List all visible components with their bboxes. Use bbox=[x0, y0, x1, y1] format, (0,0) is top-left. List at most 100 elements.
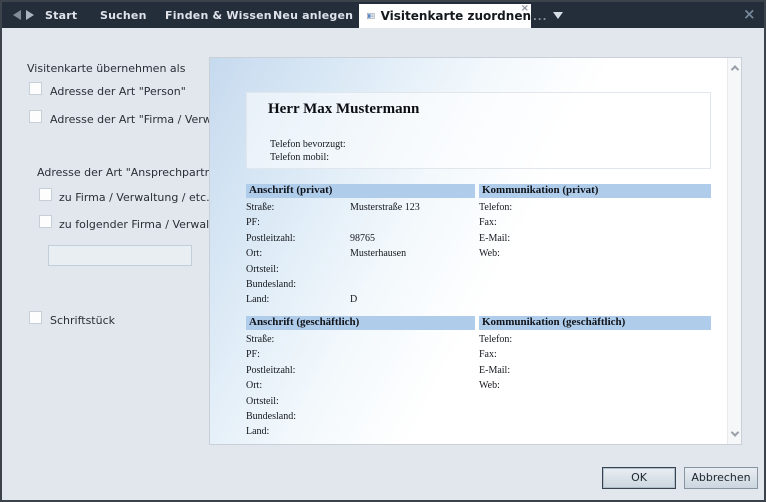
field-value bbox=[350, 394, 475, 409]
field-row: Fax: bbox=[479, 215, 711, 230]
field-row: Fax: bbox=[479, 347, 711, 362]
menu-item-suchen[interactable]: Suchen bbox=[100, 9, 147, 22]
field-label: Straße: bbox=[246, 200, 350, 215]
field-label: Fax: bbox=[479, 215, 583, 230]
phone-mobile-label: Telefon mobil: bbox=[270, 152, 329, 163]
field-row: Straße:Musterstraße 123 bbox=[246, 200, 475, 215]
field-value: D bbox=[350, 292, 475, 307]
section-anschrift-geschaeftlich: Anschrift (geschäftlich) Straße: PF: Pos… bbox=[246, 316, 475, 440]
cancel-button[interactable]: Abbrechen bbox=[684, 467, 758, 489]
tab-close-icon[interactable]: × bbox=[521, 4, 529, 14]
forward-arrow-icon[interactable] bbox=[25, 9, 35, 21]
field-label: E-Mail: bbox=[479, 363, 583, 378]
field-label: E-Mail: bbox=[479, 231, 583, 246]
menu-item-start[interactable]: Start bbox=[45, 9, 77, 22]
section-title: Kommunikation (geschäftlich) bbox=[479, 316, 711, 330]
field-label: Bundesland: bbox=[246, 409, 350, 424]
field-row: E-Mail: bbox=[479, 363, 711, 378]
field-value bbox=[583, 231, 711, 246]
ansprechpartner-label: Adresse der Art "Ansprechpartner" bbox=[37, 166, 228, 179]
field-row: PF: bbox=[246, 347, 475, 362]
field-row: Telefon: bbox=[479, 332, 711, 347]
contact-name: Herr Max Mustermann bbox=[268, 101, 419, 118]
field-label: Web: bbox=[479, 246, 583, 261]
field-value bbox=[350, 409, 475, 424]
field-label: Land: bbox=[246, 424, 350, 439]
checkbox-zu-firma-aus[interactable] bbox=[39, 188, 52, 201]
tab-dropdown-caret-icon[interactable] bbox=[553, 12, 563, 19]
scrollbar-down-icon[interactable] bbox=[728, 426, 742, 442]
firma-input[interactable] bbox=[48, 245, 192, 266]
field-label: Postleitzahl: bbox=[246, 231, 350, 246]
ok-button[interactable]: OK bbox=[602, 467, 676, 489]
section-title: Anschrift (privat) bbox=[246, 184, 475, 198]
field-label: PF: bbox=[246, 347, 350, 362]
field-label: Ortsteil: bbox=[246, 262, 350, 277]
field-row: Web: bbox=[479, 246, 711, 261]
field-row: Ortsteil: bbox=[246, 262, 475, 277]
phone-preferred-label: Telefon bevorzugt: bbox=[270, 139, 346, 150]
field-label: Land: bbox=[246, 292, 350, 307]
take-over-as-label: Visitenkarte übernehmen als bbox=[27, 62, 185, 75]
field-value bbox=[583, 200, 711, 215]
field-value bbox=[350, 215, 475, 230]
checkbox-zu-folgender-firma[interactable] bbox=[39, 215, 52, 228]
field-value: 98765 bbox=[350, 231, 475, 246]
business-card-preview-panel: Herr Max Mustermann Telefon bevorzugt: T… bbox=[209, 57, 742, 445]
field-value bbox=[583, 215, 711, 230]
field-value bbox=[350, 277, 475, 292]
checkbox-firma-verwaltung[interactable] bbox=[29, 110, 42, 123]
field-value: Musterstraße 123 bbox=[350, 200, 475, 215]
scrollbar-up-icon[interactable] bbox=[728, 60, 742, 76]
field-value bbox=[350, 347, 475, 362]
section-kommunikation-privat: Kommunikation (privat) Telefon: Fax: E-M… bbox=[479, 184, 711, 262]
field-value bbox=[583, 347, 711, 362]
field-value bbox=[583, 378, 711, 393]
tab-label: Visitenkarte zuordnen bbox=[381, 9, 531, 23]
field-label: Telefon: bbox=[479, 332, 583, 347]
field-label: Telefon: bbox=[479, 200, 583, 215]
field-row: Ortsteil: bbox=[246, 394, 475, 409]
field-row: Ort:Musterhausen bbox=[246, 246, 475, 261]
field-label: Ort: bbox=[246, 378, 350, 393]
history-nav bbox=[12, 9, 35, 21]
field-row: PF: bbox=[246, 215, 475, 230]
contact-name-box: Herr Max Mustermann Telefon bevorzugt: T… bbox=[246, 92, 711, 169]
field-label: Web: bbox=[479, 378, 583, 393]
field-label: Fax: bbox=[479, 347, 583, 362]
checkbox-schriftstueck[interactable] bbox=[29, 311, 42, 324]
section-title: Anschrift (geschäftlich) bbox=[246, 316, 475, 330]
preview-scrollbar[interactable] bbox=[727, 58, 741, 444]
field-row: Postleitzahl:98765 bbox=[246, 231, 475, 246]
field-row: Postleitzahl: bbox=[246, 363, 475, 378]
menu-item-neu-anlegen[interactable]: Neu anlegen bbox=[273, 9, 353, 22]
toolbar: Start Suchen Finden & Wissen Neu anlegen… bbox=[2, 2, 764, 28]
field-row: Ort: bbox=[246, 378, 475, 393]
field-value bbox=[350, 363, 475, 378]
field-label: Straße: bbox=[246, 332, 350, 347]
field-row: Telefon: bbox=[479, 200, 711, 215]
menu-item-finden-wissen[interactable]: Finden & Wissen bbox=[165, 9, 272, 22]
field-label: Ortsteil: bbox=[246, 394, 350, 409]
field-row: Web: bbox=[479, 378, 711, 393]
window-close-icon[interactable]: × bbox=[743, 5, 756, 23]
field-row: E-Mail: bbox=[479, 231, 711, 246]
field-row: Bundesland: bbox=[246, 277, 475, 292]
field-value bbox=[350, 332, 475, 347]
checkbox-person[interactable] bbox=[29, 82, 42, 95]
field-value bbox=[350, 378, 475, 393]
section-title: Kommunikation (privat) bbox=[479, 184, 711, 198]
field-label: Postleitzahl: bbox=[246, 363, 350, 378]
business-card-icon bbox=[367, 10, 375, 22]
field-value bbox=[583, 363, 711, 378]
field-row: Straße: bbox=[246, 332, 475, 347]
checkbox-schriftstueck-label: Schriftstück bbox=[50, 314, 115, 327]
field-row: Land:D bbox=[246, 292, 475, 307]
field-value bbox=[583, 246, 711, 261]
field-label: Ort: bbox=[246, 246, 350, 261]
field-label: Bundesland: bbox=[246, 277, 350, 292]
tab-overflow-ellipsis[interactable]: ... bbox=[533, 12, 547, 23]
back-arrow-icon[interactable] bbox=[12, 9, 22, 21]
tab-visitenkarte-zuordnen[interactable]: Visitenkarte zuordnen × bbox=[359, 4, 531, 28]
field-label: PF: bbox=[246, 215, 350, 230]
